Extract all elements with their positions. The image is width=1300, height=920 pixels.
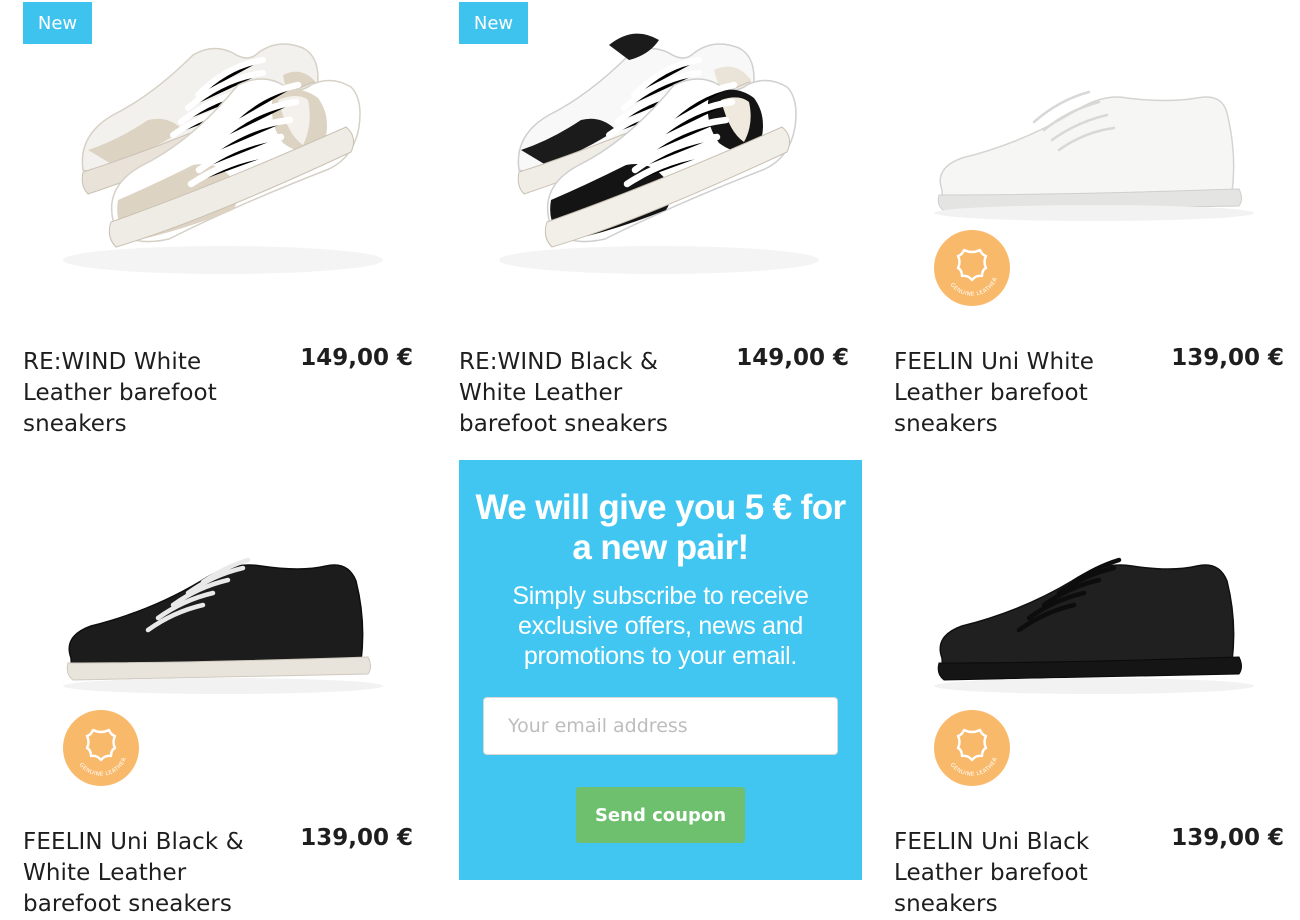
email-input[interactable] [483,697,838,755]
product-image[interactable]: New [459,0,849,330]
product-title[interactable]: FEELIN Uni White Leather barefoot sneake… [894,347,1104,440]
genuine-leather-badge [934,710,1010,786]
product-price: 139,00 € [1171,825,1284,851]
product-price: 149,00 € [300,345,413,371]
new-badge: New [459,2,528,44]
product-card[interactable]: FEELIN Uni White Leather barefoot sneake… [894,0,1284,437]
product-image[interactable] [23,460,413,805]
genuine-leather-badge [934,230,1010,306]
product-card[interactable]: New RE:WIND Black & White Leather barefo… [459,0,849,437]
product-price: 139,00 € [1171,345,1284,371]
send-coupon-button[interactable]: Send coupon [576,787,745,843]
product-image[interactable] [894,0,1284,330]
product-title[interactable]: RE:WIND Black & White Leather barefoot s… [459,347,724,440]
product-card[interactable]: New RE:WIND White Leather barefoot sneak… [23,0,413,437]
promo-title: We will give you 5 € for a new pair! [475,488,846,567]
product-card[interactable]: FEELIN Uni Black & White Leather barefoo… [23,460,413,917]
product-title[interactable]: FEELIN Uni Black Leather barefoot sneake… [894,827,1104,920]
promo-text: Simply subscribe to receive exclusive of… [512,582,809,670]
newsletter-promo: We will give you 5 € for a new pair! Sim… [459,460,862,880]
product-price: 149,00 € [736,345,849,371]
genuine-leather-badge [63,710,139,786]
product-image[interactable] [894,460,1284,805]
product-card[interactable]: FEELIN Uni Black Leather barefoot sneake… [894,460,1284,917]
product-image[interactable]: New [23,0,413,330]
product-title[interactable]: FEELIN Uni Black & White Leather barefoo… [23,827,278,920]
new-badge: New [23,2,92,44]
product-price: 139,00 € [300,825,413,851]
product-title[interactable]: RE:WIND White Leather barefoot sneakers [23,347,288,440]
